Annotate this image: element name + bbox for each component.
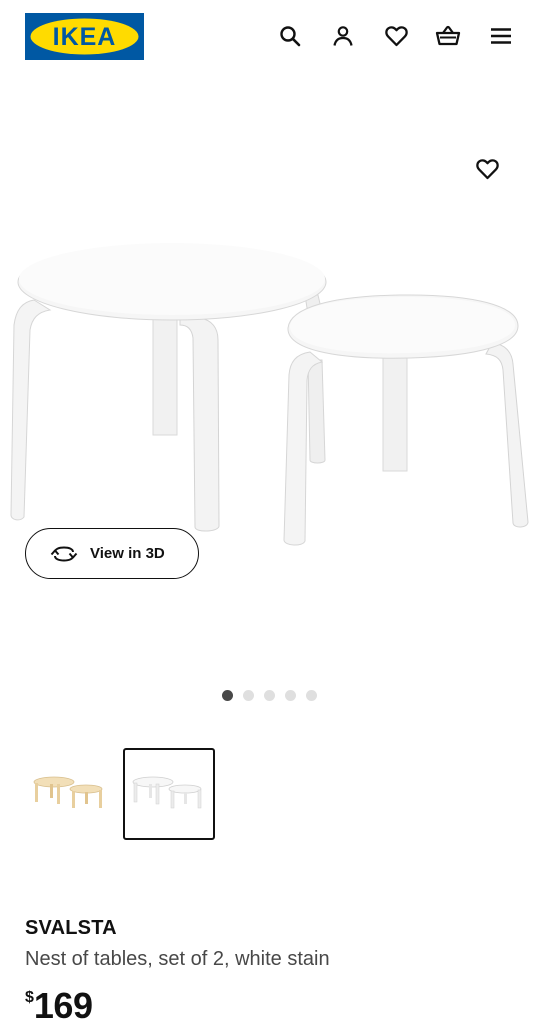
product-price: $169 — [25, 985, 93, 1027]
top-header: IKEA — [0, 0, 539, 74]
add-to-favorites-button[interactable] — [470, 152, 504, 186]
carousel-dot[interactable] — [264, 690, 275, 701]
large-table-illustration — [10, 243, 327, 532]
menu-icon[interactable] — [487, 22, 515, 50]
carousel-dot[interactable] — [243, 690, 254, 701]
variant-thumbnail-birch[interactable] — [24, 748, 116, 840]
basket-icon[interactable] — [434, 22, 462, 50]
variant-thumbnail-white-stain[interactable] — [123, 748, 215, 840]
search-icon[interactable] — [276, 22, 304, 50]
carousel-dot[interactable] — [285, 690, 296, 701]
view-in-3d-button[interactable]: View in 3D — [25, 528, 199, 579]
product-description: Nest of tables, set of 2, white stain — [25, 948, 330, 970]
ikea-logo-text: IKEA — [53, 23, 117, 51]
price-currency: $ — [25, 989, 34, 1006]
carousel-dot[interactable] — [222, 690, 233, 701]
product-name: SVALSTA — [25, 917, 117, 939]
rotate-3d-icon — [50, 545, 78, 562]
view-in-3d-label: View in 3D — [90, 545, 165, 562]
small-table-illustration — [283, 294, 529, 546]
product-image[interactable] — [0, 230, 539, 560]
carousel-dot[interactable] — [306, 690, 317, 701]
ikea-logo-mark: IKEA — [30, 18, 139, 55]
heart-icon — [475, 159, 499, 180]
heart-icon[interactable] — [382, 22, 410, 50]
image-carousel-dots — [0, 690, 539, 701]
price-amount: 169 — [33, 985, 93, 1026]
variant-thumbnails — [0, 748, 539, 840]
account-icon[interactable] — [329, 22, 357, 50]
ikea-logo[interactable]: IKEA — [25, 13, 144, 60]
